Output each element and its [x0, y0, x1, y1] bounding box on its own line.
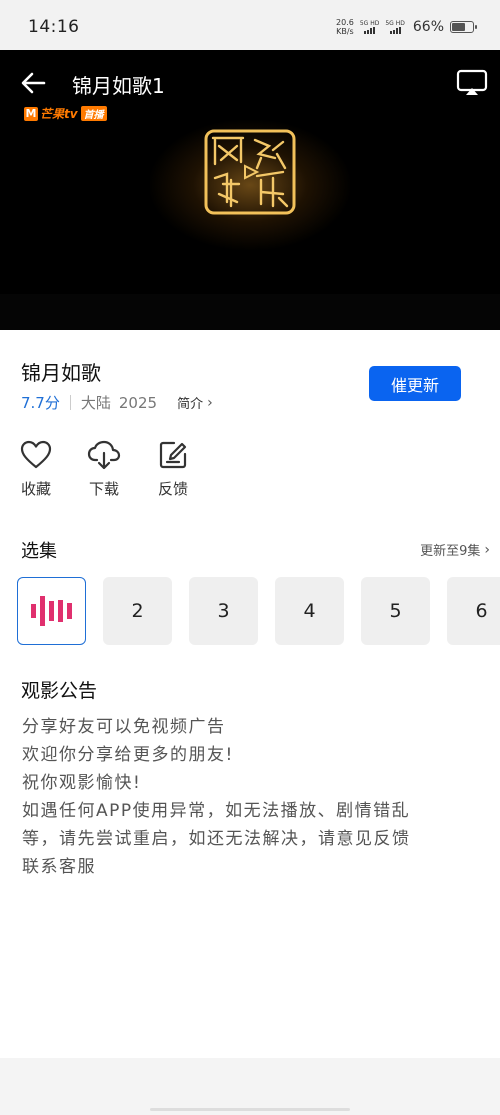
- mango-tv-icon: M: [24, 106, 38, 121]
- notice-line: 祝你观影愉快!: [22, 773, 142, 793]
- status-bar: 14:16 20.6 KB/s 5G HD 5G HD 66%: [0, 0, 500, 50]
- chevron-right-icon: ›: [484, 541, 490, 558]
- notice-line: 等，请先尝试重启，如还无法解决，请意见反馈: [22, 829, 411, 849]
- episode-button[interactable]: 6: [447, 577, 500, 645]
- video-letterbox: [0, 294, 500, 330]
- notice-line: 欢迎你分享给更多的朋友!: [22, 745, 234, 765]
- platform-logo: M 芒果tv 首播: [24, 105, 107, 122]
- urge-update-button[interactable]: 催更新: [369, 366, 461, 401]
- episode-button[interactable]: 4: [275, 577, 344, 645]
- battery-percent: 66%: [412, 19, 444, 35]
- favorite-button[interactable]: 收藏: [14, 440, 58, 499]
- home-indicator[interactable]: [150, 1108, 350, 1111]
- show-meta: 7.7分 大陆 2025 简介 ›: [21, 392, 213, 413]
- episodes-update-link[interactable]: 更新至9集 ›: [420, 540, 490, 560]
- notice-line: 分享好友可以免视频广告: [22, 717, 226, 737]
- cloud-download-icon: [87, 440, 121, 470]
- battery-icon: [450, 21, 477, 33]
- notice-title: 观影公告: [21, 680, 98, 702]
- episode-list: 2 3 4 5 6: [17, 577, 500, 647]
- download-button[interactable]: 下载: [82, 440, 126, 499]
- status-time: 14:16: [28, 17, 80, 37]
- network-speed: 20.6 KB/s: [336, 18, 354, 36]
- feedback-button[interactable]: 反馈: [151, 440, 195, 499]
- notice-line: 联系客服: [22, 857, 96, 877]
- show-region: 大陆: [80, 394, 111, 412]
- notice-body: 分享好友可以免视频广告 欢迎你分享给更多的朋友! 祝你观影愉快! 如遇任何APP…: [22, 713, 482, 881]
- watermark-seal-icon: [204, 129, 296, 215]
- signal-icon: 5G HD: [385, 20, 405, 34]
- intro-link[interactable]: 简介 ›: [177, 393, 213, 413]
- notice-line: 如遇任何APP使用异常，如无法播放、剧情错乱: [22, 801, 411, 821]
- episode-button[interactable]: 2: [103, 577, 172, 645]
- episodes-title: 选集: [21, 541, 57, 562]
- meta-divider: [69, 395, 71, 410]
- show-score: 7.7分: [21, 394, 60, 412]
- show-title: 锦月如歌: [21, 361, 101, 385]
- bottom-area: [0, 1058, 500, 1115]
- heart-icon: [20, 440, 52, 469]
- chevron-right-icon: ›: [207, 394, 213, 411]
- show-year: 2025: [118, 393, 158, 412]
- episode-1-button[interactable]: [17, 577, 86, 645]
- player-title: 锦月如歌1: [72, 74, 165, 98]
- status-indicators: 20.6 KB/s 5G HD 5G HD 66%: [336, 18, 477, 36]
- now-playing-icon: [31, 596, 72, 626]
- battery-level: [452, 23, 465, 31]
- back-arrow-icon[interactable]: [18, 68, 48, 98]
- edit-icon: [159, 441, 187, 469]
- episode-button[interactable]: 3: [189, 577, 258, 645]
- cast-icon[interactable]: [456, 68, 488, 98]
- action-bar: 收藏 下载 反馈: [0, 440, 500, 510]
- episode-button[interactable]: 5: [361, 577, 430, 645]
- signal-icon: 5G HD: [360, 20, 379, 34]
- video-player[interactable]: 锦月如歌1 M 芒果tv 首播: [0, 50, 500, 330]
